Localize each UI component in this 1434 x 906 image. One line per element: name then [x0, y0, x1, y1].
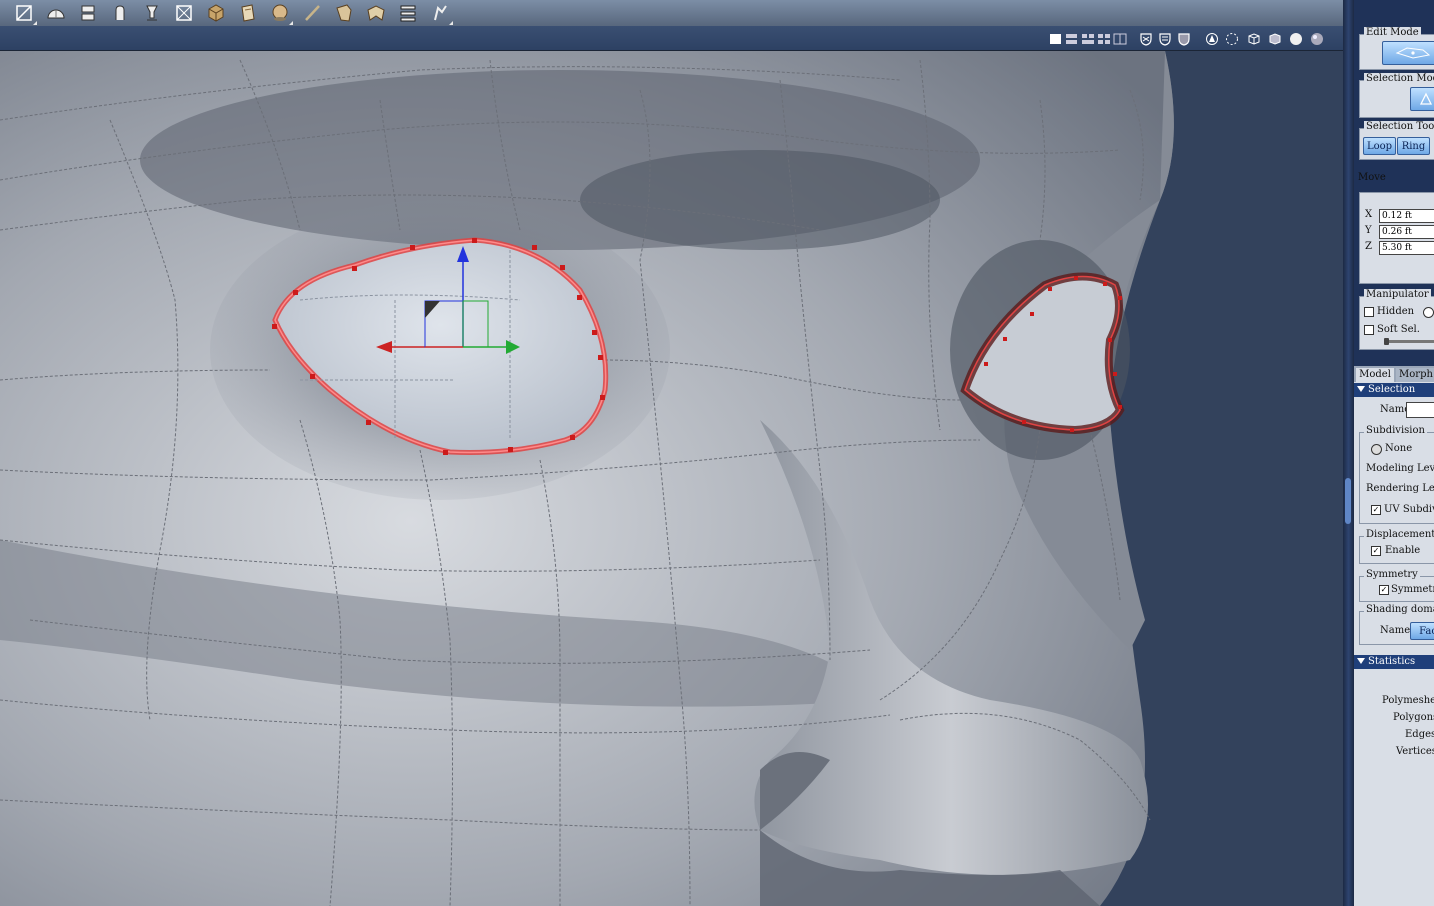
knife-tool-icon[interactable] [299, 1, 325, 25]
wireframe-shield-icon[interactable] [1139, 31, 1153, 46]
x-position-field[interactable]: 0.12 ft [1379, 209, 1434, 223]
sweep-tool-icon[interactable] [427, 1, 453, 25]
manipulator-label: Manipulator [1364, 289, 1431, 300]
extrude-tool-icon[interactable] [75, 1, 101, 25]
three-view-icon[interactable] [1081, 31, 1095, 45]
3d-viewport[interactable] [0, 51, 1343, 906]
hidden-checkbox[interactable] [1364, 307, 1374, 317]
sphere-tool-icon[interactable] [267, 1, 293, 25]
shading-name-label: Name [1380, 625, 1411, 636]
move-label: Move [1358, 172, 1386, 183]
hidden-line-shield-icon[interactable] [1158, 31, 1172, 46]
bend-tool-icon[interactable] [331, 1, 357, 25]
tab-model[interactable]: Model [1356, 368, 1394, 382]
single-view-icon[interactable] [1049, 31, 1063, 45]
rotate-tool-icon[interactable] [107, 1, 133, 25]
dome-tool-icon[interactable] [43, 1, 69, 25]
selection-mode-label: Selection Mode [1364, 73, 1434, 84]
smooth-sphere-icon[interactable] [1289, 31, 1303, 45]
vertex-mode-icon [1419, 92, 1433, 105]
manipulator-radio[interactable] [1423, 307, 1434, 318]
selection-tools-group: Selection Tools Loop Ring [1359, 121, 1434, 160]
displacement-enable-checkbox[interactable]: ✓ [1371, 546, 1381, 556]
two-view-icon[interactable] [1065, 31, 1079, 45]
cube-tool-icon[interactable] [203, 1, 229, 25]
displacement-enable-label: Enable [1385, 545, 1421, 556]
twist-tool-icon[interactable] [363, 1, 389, 25]
ring-button[interactable]: Ring [1397, 137, 1430, 155]
subdivision-group: Subdivision None Modeling Level Renderin… [1359, 425, 1434, 524]
shading-domain-label: Shading domain [1364, 604, 1434, 615]
edit-mode-label: Edit Mode [1364, 27, 1421, 38]
polygon-tool-icon[interactable] [11, 1, 37, 25]
uv-subdivision-checkbox[interactable]: ✓ [1371, 505, 1381, 515]
tab-morph[interactable]: Morph [1396, 368, 1434, 382]
textured-sphere-icon[interactable] [1310, 31, 1324, 45]
polygons-label: Polygons: [1393, 712, 1434, 723]
collapse-triangle-icon [1357, 658, 1365, 664]
four-view-icon[interactable] [1097, 31, 1111, 45]
z-label: Z [1365, 241, 1372, 252]
edit-mode-button[interactable] [1382, 41, 1434, 65]
solid-cube-icon[interactable] [1268, 31, 1282, 45]
edge-display-icon[interactable] [1225, 31, 1239, 45]
main-toolbar [0, 0, 1345, 27]
modeling-level-label: Modeling Level [1366, 463, 1434, 474]
uv-subdivision-label: UV Subdivi [1384, 504, 1434, 515]
selection-mode-group: Selection Mode [1359, 73, 1434, 118]
quad-view-icon[interactable] [1113, 31, 1127, 45]
rendering-level-label: Rendering Level [1366, 483, 1434, 494]
selection-tools-label: Selection Tools [1364, 121, 1434, 132]
wire-cube-icon[interactable] [1247, 31, 1261, 45]
shading-face-button[interactable]: Face [1410, 622, 1434, 640]
y-position-field[interactable]: 0.26 ft [1379, 225, 1434, 239]
stem-tool-icon[interactable] [139, 1, 165, 25]
shaded-shield-icon[interactable] [1177, 31, 1191, 46]
vertex-selection-button[interactable] [1410, 87, 1434, 111]
hidden-label: Hidden [1377, 306, 1415, 317]
symmetry-group-label: Symmetry [1364, 569, 1420, 580]
symmetry-checkbox-label: Symmetry [1391, 584, 1434, 595]
polymeshes-label: Polymeshes: [1382, 695, 1434, 706]
subdivision-none-radio[interactable] [1371, 444, 1382, 455]
selection-name-field[interactable] [1406, 402, 1434, 418]
head-model-scene[interactable] [0, 51, 1343, 906]
shading-domain-group: Shading domain Name Face [1359, 604, 1434, 645]
selection-section-header[interactable]: Selection [1354, 383, 1434, 397]
soft-selection-checkbox[interactable] [1364, 325, 1374, 335]
crossbox-tool-icon[interactable] [171, 1, 197, 25]
sheet-tool-icon[interactable] [235, 1, 261, 25]
view-options-bar [0, 26, 1345, 51]
y-label: Y [1365, 225, 1372, 236]
symmetry-checkbox[interactable]: ✓ [1379, 585, 1389, 595]
properties-panel: Edit Mode Selection Mode Selection Tools… [1354, 0, 1434, 906]
edit-mode-mesh-icon [1395, 47, 1431, 59]
vertices-label: Vertices: [1396, 746, 1434, 757]
symmetry-group: Symmetry ✓ Symmetry [1359, 569, 1434, 602]
move-group: X 0.12 ft Y 0.26 ft Z 5.30 ft [1359, 192, 1434, 284]
selection-section-label: Selection [1368, 384, 1416, 395]
subdivision-label: Subdivision [1364, 425, 1427, 436]
edit-mode-group: Edit Mode [1359, 27, 1434, 70]
soft-selection-slider-thumb[interactable] [1384, 338, 1389, 345]
vertex-display-icon[interactable] [1205, 31, 1219, 45]
manipulator-group: Manipulator Hidden Soft Sel. [1359, 289, 1434, 350]
collapse-triangle-icon [1357, 386, 1365, 392]
statistics-section-header[interactable]: Statistics [1354, 655, 1434, 669]
panel-splitter[interactable] [1343, 0, 1354, 906]
displacement-group: Displacement ✓ Enable [1359, 529, 1434, 564]
x-label: X [1365, 209, 1373, 220]
align-tool-icon[interactable] [395, 1, 421, 25]
soft-selection-slider[interactable] [1384, 338, 1434, 345]
soft-selection-label: Soft Sel. [1377, 324, 1420, 335]
displacement-label: Displacement [1364, 529, 1434, 540]
splitter-grip[interactable] [1345, 478, 1351, 524]
statistics-section-label: Statistics [1368, 656, 1416, 667]
loop-button[interactable]: Loop [1363, 137, 1396, 155]
subdivision-none-label: None [1385, 443, 1413, 454]
z-position-field[interactable]: 5.30 ft [1379, 241, 1434, 255]
edges-label: Edges: [1405, 729, 1434, 740]
